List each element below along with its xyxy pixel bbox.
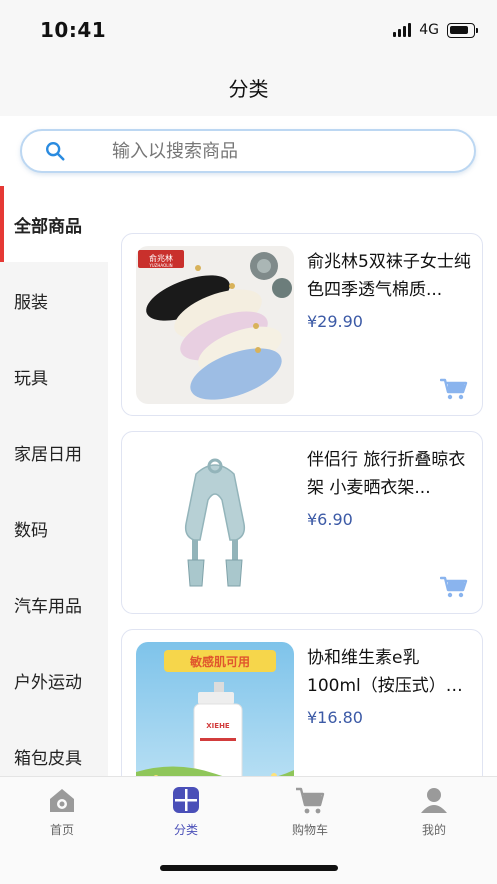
product-price: ¥29.90 — [307, 312, 363, 331]
search-box[interactable] — [20, 129, 476, 173]
tab-label: 分类 — [173, 823, 198, 837]
status-icons: 4G — [393, 22, 478, 38]
product-name: 伴侣行 旅行折叠晾衣架 小麦晒衣架... — [307, 450, 466, 498]
status-bar: 10:41 4G — [0, 0, 497, 62]
search-icon — [46, 142, 65, 161]
sidebar-item-bags[interactable]: 箱包皮具 — [0, 718, 108, 776]
sidebar-item-label: 箱包皮具 — [14, 748, 82, 769]
brand-logo-sub: YUZHAOLIN — [148, 263, 172, 268]
tab-label: 首页 — [49, 823, 74, 837]
sidebar-item-label: 玩具 — [14, 368, 48, 389]
cart-icon — [296, 787, 325, 814]
nav-bar: 分类 — [0, 62, 497, 116]
sidebar-item-label: 全部商品 — [14, 216, 82, 237]
search-input[interactable] — [110, 139, 434, 163]
sidebar-item-all[interactable]: 全部商品 — [0, 186, 108, 262]
tab-cart[interactable]: 购物车 — [265, 785, 355, 838]
home-icon — [50, 789, 74, 812]
brand-logo-text: 俞兆林 — [149, 253, 173, 263]
product-card[interactable]: 俞兆林 YUZHAOLIN 俞兆林5双袜子女士纯色四季透气棉质... ¥29.9… — [121, 233, 483, 416]
product-image: 俞兆林 YUZHAOLIN — [136, 246, 294, 404]
sidebar-item-toys[interactable]: 玩具 — [0, 338, 108, 414]
network-label: 4G — [419, 22, 439, 38]
status-time: 10:41 — [40, 18, 107, 42]
sidebar-item-label: 服装 — [14, 292, 48, 313]
sidebar-item-digital[interactable]: 数码 — [0, 490, 108, 566]
sidebar-item-auto[interactable]: 汽车用品 — [0, 566, 108, 642]
sidebar-item-clothing[interactable]: 服装 — [0, 262, 108, 338]
signal-icon — [393, 23, 412, 37]
battery-icon — [447, 22, 478, 38]
tab-label: 我的 — [421, 823, 446, 837]
product-image: 敏感肌可用 XIEHE — [136, 642, 294, 776]
tab-label: 购物车 — [291, 823, 328, 837]
product-list: 俞兆林 YUZHAOLIN 俞兆林5双袜子女士纯色四季透气棉质... ¥29.9… — [108, 186, 497, 776]
add-to-cart-icon[interactable] — [440, 377, 468, 401]
user-icon — [421, 788, 447, 813]
product-image — [136, 444, 294, 602]
category-icon — [173, 787, 199, 813]
bottle-text: XIEHE — [206, 722, 230, 730]
product-card[interactable]: 敏感肌可用 XIEHE 协和维生素e乳100ml（按压式）全家... ¥16.8… — [121, 629, 483, 776]
sidebar-item-label: 户外运动 — [14, 672, 82, 693]
page-title: 分类 — [228, 77, 269, 101]
sidebar-item-label: 汽车用品 — [14, 596, 82, 617]
add-to-cart-icon[interactable] — [440, 575, 468, 599]
tab-home[interactable]: 首页 — [17, 785, 107, 838]
search-area — [0, 116, 497, 186]
sidebar-item-label: 数码 — [14, 520, 48, 541]
tab-category[interactable]: 分类 — [141, 785, 231, 838]
category-sidebar: 全部商品 服装 玩具 家居日用 数码 汽车用品 户外运动 箱包皮具 — [0, 186, 108, 776]
product-price: ¥16.80 — [307, 708, 363, 727]
product-name: 俞兆林5双袜子女士纯色四季透气棉质... — [307, 252, 471, 300]
banner-text: 敏感肌可用 — [189, 654, 250, 669]
product-card[interactable]: 伴侣行 旅行折叠晾衣架 小麦晒衣架... ¥6.90 — [121, 431, 483, 614]
product-price: ¥6.90 — [307, 510, 353, 529]
sidebar-item-outdoor[interactable]: 户外运动 — [0, 642, 108, 718]
tab-profile[interactable]: 我的 — [389, 785, 479, 838]
sidebar-item-label: 家居日用 — [14, 444, 82, 465]
home-indicator — [160, 865, 338, 871]
sidebar-item-household[interactable]: 家居日用 — [0, 414, 108, 490]
product-name: 协和维生素e乳100ml（按压式）全家... — [307, 648, 463, 696]
